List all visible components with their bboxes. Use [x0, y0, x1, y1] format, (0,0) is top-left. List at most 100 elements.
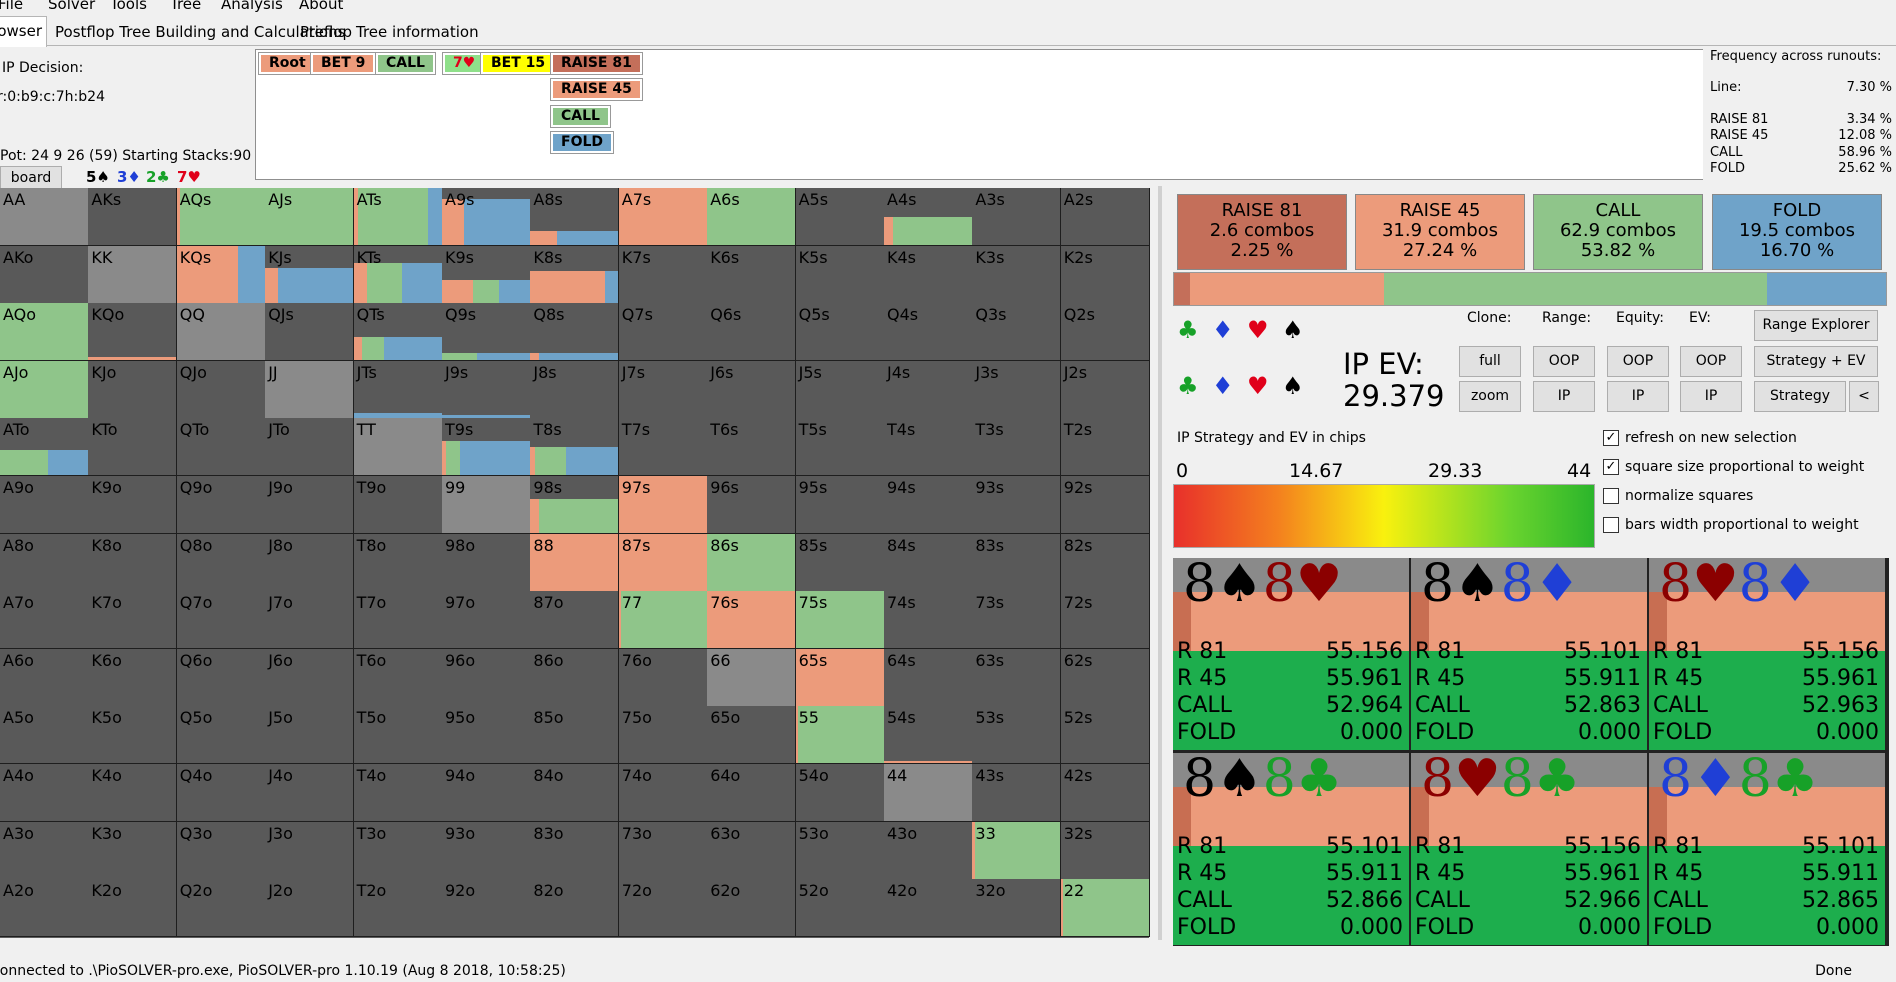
- hand-cell-83o[interactable]: 83o: [530, 821, 620, 880]
- hand-cell-J2s[interactable]: J2s: [1060, 360, 1150, 419]
- hand-cell-93s[interactable]: 93s: [972, 476, 1062, 534]
- spade-filter-icon[interactable]: ♠: [1282, 316, 1304, 344]
- hand-cell-76o[interactable]: 76o: [618, 648, 708, 707]
- hand-cell-85s[interactable]: 85s: [795, 533, 885, 592]
- hand-cell-72s[interactable]: 72s: [1060, 591, 1150, 650]
- checkbox-box[interactable]: ✓: [1603, 430, 1619, 446]
- tree-node-bet-15[interactable]: BET 15: [481, 53, 556, 74]
- hand-cell-QJo[interactable]: QJo: [176, 360, 266, 419]
- hand-cell-Q2o[interactable]: Q2o: [176, 879, 266, 938]
- hand-cell-42s[interactable]: 42s: [1060, 764, 1150, 822]
- hand-cell-55[interactable]: 55: [795, 706, 885, 765]
- hand-cell-Q9s[interactable]: Q9s: [442, 303, 531, 362]
- hand-cell-64o[interactable]: 64o: [707, 764, 797, 822]
- hand-cell-T9o[interactable]: T9o: [353, 476, 443, 534]
- hand-cell-52s[interactable]: 52s: [1060, 706, 1150, 765]
- hand-cell-92s[interactable]: 92s: [1060, 476, 1150, 534]
- hand-cell-75s[interactable]: 75s: [795, 591, 885, 650]
- hand-cell-J7o[interactable]: J7o: [265, 591, 355, 650]
- hand-cell-54o[interactable]: 54o: [795, 764, 885, 822]
- tree-option-raise-45[interactable]: RAISE 45: [551, 79, 642, 100]
- hand-cell-44[interactable]: 44: [884, 764, 973, 822]
- tab-preflop[interactable]: Preflop: [296, 18, 356, 46]
- refresh-checkbox[interactable]: ✓ refresh on new selection: [1603, 430, 1797, 446]
- hand-cell-22[interactable]: 22: [1060, 879, 1150, 938]
- hand-cell-A9s[interactable]: A9s: [442, 188, 531, 246]
- hand-cell-95s[interactable]: 95s: [795, 476, 885, 534]
- diamond-filter-icon[interactable]: ♦: [1212, 372, 1234, 400]
- hand-cell-T7s[interactable]: T7s: [618, 418, 708, 477]
- tree-option-fold[interactable]: FOLD: [551, 132, 614, 153]
- hand-cell-Q8s[interactable]: Q8s: [530, 303, 620, 362]
- action-box-fold[interactable]: FOLD 19.5 combos 16.70 %: [1712, 194, 1882, 270]
- hand-cell-53s[interactable]: 53s: [972, 706, 1062, 765]
- hand-cell-J8o[interactable]: J8o: [265, 533, 355, 592]
- hand-cell-A7s[interactable]: A7s: [618, 188, 708, 246]
- hand-cell-JJ[interactable]: JJ: [265, 360, 355, 419]
- hand-cell-QTs[interactable]: QTs: [353, 303, 443, 362]
- strategy-button[interactable]: Strategy: [1754, 381, 1846, 412]
- hand-cell-85o[interactable]: 85o: [530, 706, 620, 765]
- hand-cell-A4s[interactable]: A4s: [884, 188, 973, 246]
- hand-cell-93o[interactable]: 93o: [442, 821, 531, 880]
- hand-cell-J9o[interactable]: J9o: [265, 476, 355, 534]
- hand-cell-KJs[interactable]: KJs: [265, 245, 355, 304]
- hand-cell-T3o[interactable]: T3o: [353, 821, 443, 880]
- hand-cell-92o[interactable]: 92o: [442, 879, 531, 938]
- tab-browser[interactable]: Browser: [0, 16, 47, 47]
- square-size-checkbox[interactable]: ✓ square size proportional to weight: [1603, 459, 1864, 475]
- hand-cell-AQs[interactable]: AQs: [176, 188, 266, 246]
- hand-cell-K8o[interactable]: K8o: [88, 533, 178, 592]
- hand-cell-ATo[interactable]: ATo: [0, 418, 89, 477]
- menu-solver[interactable]: Solver: [48, 0, 95, 12]
- hand-cell-K8s[interactable]: K8s: [530, 245, 620, 304]
- combo-box[interactable]: 8♠8♥ R 81 55.156 R 45 55.961 CALL 52.964 FOLD 0.…: [1173, 558, 1409, 750]
- hand-cell-A5s[interactable]: A5s: [795, 188, 885, 246]
- equity-ip-button[interactable]: IP: [1607, 381, 1669, 412]
- hand-cell-A4o[interactable]: A4o: [0, 764, 89, 822]
- hand-cell-TT[interactable]: TT: [353, 418, 443, 477]
- hand-cell-42o[interactable]: 42o: [884, 879, 973, 938]
- menu-tree[interactable]: Tree: [170, 0, 201, 12]
- hand-cell-97s[interactable]: 97s: [618, 476, 708, 534]
- tree-node-raise-81[interactable]: RAISE 81: [551, 53, 642, 74]
- hand-cell-Q9o[interactable]: Q9o: [176, 476, 266, 534]
- hand-cell-K6s[interactable]: K6s: [707, 245, 797, 304]
- hand-cell-Q6s[interactable]: Q6s: [707, 303, 797, 362]
- spade-filter-icon[interactable]: ♠: [1282, 372, 1304, 400]
- hand-cell-Q4o[interactable]: Q4o: [176, 764, 266, 822]
- ev-ip-button[interactable]: IP: [1680, 381, 1742, 412]
- hand-cell-A7o[interactable]: A7o: [0, 591, 89, 650]
- hand-cell-95o[interactable]: 95o: [442, 706, 531, 765]
- tree-node-turn-card[interactable]: 7♥: [443, 53, 486, 74]
- hand-cell-KTo[interactable]: KTo: [88, 418, 178, 477]
- hand-cell-Q3o[interactable]: Q3o: [176, 821, 266, 880]
- hand-cell-Q3s[interactable]: Q3s: [972, 303, 1062, 362]
- hand-cell-T7o[interactable]: T7o: [353, 591, 443, 650]
- hand-cell-AQo[interactable]: AQo: [0, 303, 89, 362]
- collapse-button[interactable]: <: [1849, 381, 1879, 412]
- hand-cell-K7s[interactable]: K7s: [618, 245, 708, 304]
- hand-cell-96o[interactable]: 96o: [442, 648, 531, 707]
- normalize-checkbox[interactable]: normalize squares: [1603, 488, 1753, 504]
- tree-node-root[interactable]: Root: [259, 53, 316, 74]
- hand-cell-53o[interactable]: 53o: [795, 821, 885, 880]
- hand-cell-32o[interactable]: 32o: [972, 879, 1062, 938]
- hand-cell-65o[interactable]: 65o: [707, 706, 797, 765]
- range-oop-button[interactable]: OOP: [1533, 346, 1595, 377]
- hand-cell-Q7o[interactable]: Q7o: [176, 591, 266, 650]
- club-filter-icon[interactable]: ♣: [1177, 316, 1199, 344]
- hand-cell-K3s[interactable]: K3s: [972, 245, 1062, 304]
- hand-cell-A2o[interactable]: A2o: [0, 879, 89, 938]
- hand-cell-96s[interactable]: 96s: [707, 476, 797, 534]
- hand-cell-87s[interactable]: 87s: [618, 533, 708, 592]
- hand-cell-63s[interactable]: 63s: [972, 648, 1062, 707]
- checkbox-box[interactable]: ✓: [1603, 459, 1619, 475]
- hand-cell-K4o[interactable]: K4o: [88, 764, 178, 822]
- menu-about[interactable]: About: [299, 0, 343, 12]
- hand-cell-84o[interactable]: 84o: [530, 764, 620, 822]
- hand-cell-T4o[interactable]: T4o: [353, 764, 443, 822]
- hand-cell-43o[interactable]: 43o: [884, 821, 973, 880]
- hand-cell-Q7s[interactable]: Q7s: [618, 303, 708, 362]
- hand-cell-K4s[interactable]: K4s: [884, 245, 973, 304]
